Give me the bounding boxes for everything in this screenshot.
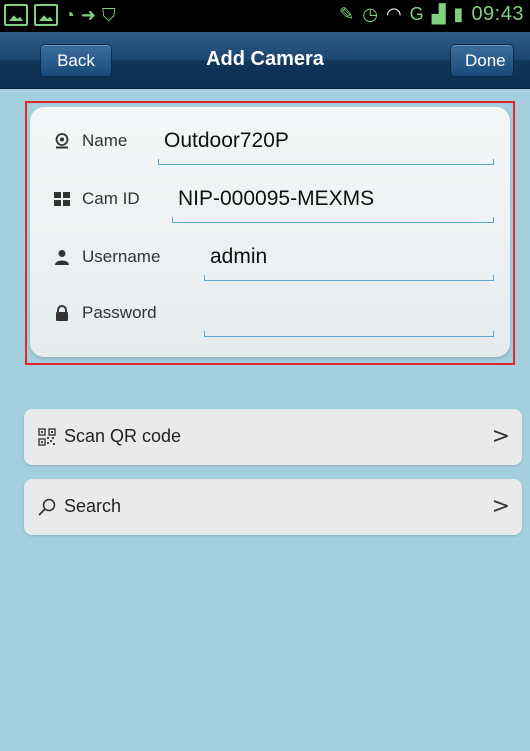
scan-qr-button[interactable]: Scan QR code > [24,409,522,465]
alarm-icon: ◷ [362,4,378,24]
hangouts-notification-icon: ◔ [64,4,75,25]
search-icon [38,498,56,516]
mute-icon: ✎ [339,4,355,24]
navigation-bar: Back Add Camera Done [0,32,530,89]
done-button[interactable]: Done [450,44,514,77]
form-highlight-box [25,101,515,365]
search-button[interactable]: Search > [24,479,522,535]
chevron-right-icon: > [491,494,510,519]
qr-code-icon [38,428,56,446]
network-type-label: G [409,4,424,24]
battery-icon: ▮ [453,4,464,24]
wifi-icon: ◠ [385,4,402,24]
status-bar: ◔ ➜ ⛉ ✎ ◷ ◠ G ▟ ▮ 09:43 [0,0,530,32]
image-notification-icon [4,4,28,26]
scan-qr-label: Scan QR code [64,426,182,446]
signal-icon: ▟ [431,4,446,24]
chevron-right-icon: > [491,424,510,449]
image-notification-icon [34,4,58,26]
search-label: Search [64,496,122,516]
sync-notification-icon: ➜ [80,4,96,25]
shield-notification-icon: ⛉ [101,4,116,25]
clock: 09:43 [471,3,524,25]
